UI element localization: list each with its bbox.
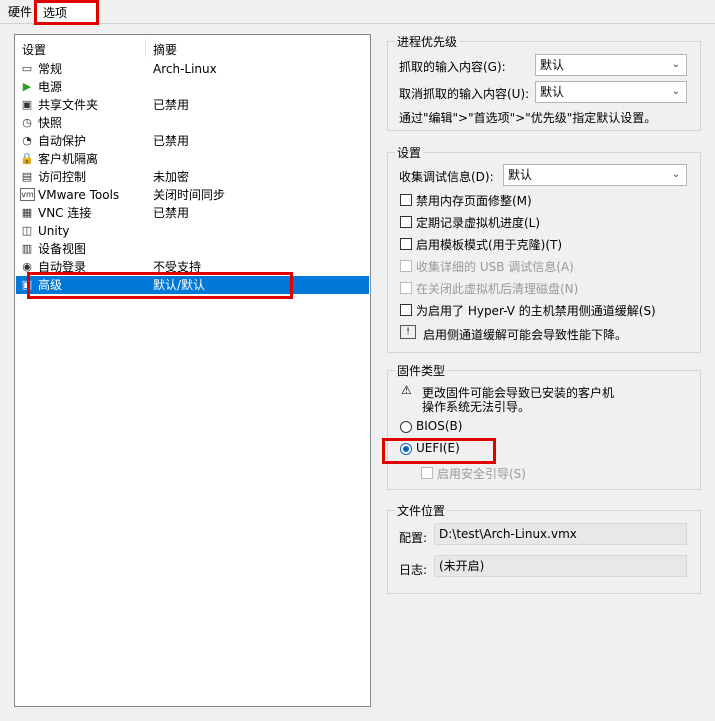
power-icon: ▶ [22,80,32,93]
log-label: 日志: [399,563,428,577]
list-item-summary: 未加密 [153,170,190,184]
list-item[interactable]: ▦ VNC 连接 已禁用 [16,204,369,222]
firmware-warning-line2: 操作系统无法引导。 [422,400,531,414]
list-item-name: 访问控制 [38,170,87,184]
list-item[interactable]: vm VMware Tools 关闭时间同步 [16,186,369,204]
vnc-icon: ▦ [21,206,33,219]
column-separator[interactable] [145,39,146,57]
secure-boot-label: 启用安全引导(S) [437,467,526,481]
tab-options[interactable]: 选项 [36,0,98,24]
disable-memory-trim-label: 禁用内存页面修整(M) [416,194,532,208]
list-item-name: 设备视图 [38,242,87,256]
list-item-name: 自动保护 [38,134,87,148]
bios-label: BIOS(B) [416,419,463,433]
list-item-summary: 关闭时间同步 [153,188,226,202]
snapshot-icon: ◷ [22,116,32,129]
clean-disk-label: 在关闭此虚拟机后清理磁盘(N) [416,282,579,296]
list-item-name: VMware Tools [38,188,120,202]
config-path-field[interactable]: D:\test\Arch-Linux.vmx [434,523,687,545]
chevron-down-icon: ⌄ [671,59,680,70]
chevron-down-icon: ⌄ [671,86,680,97]
column-header-summary[interactable]: 摘要 [153,41,177,58]
list-item-summary: 已禁用 [153,134,190,148]
list-item[interactable]: ◔ 自动保护 已禁用 [16,132,369,150]
shared-folder-icon: ▣ [21,98,33,111]
template-mode-checkbox[interactable] [400,238,412,250]
list-item-name: 快照 [38,116,63,130]
list-item[interactable]: 🔒 客户机隔离 [16,150,369,168]
list-item-name: VNC 连接 [38,206,92,220]
list-item-name: Unity [38,224,70,238]
unity-icon: ◫ [21,224,33,237]
debug-info-value: 默认 [508,168,533,182]
autologin-icon: ◉ [22,260,32,273]
uefi-radio[interactable] [400,443,412,455]
list-item-summary: 已禁用 [153,206,190,220]
debug-info-label: 收集调试信息(D): [399,170,494,184]
usb-debug-checkbox[interactable] [400,260,412,272]
tab-hardware[interactable]: 硬件 [2,2,38,22]
vmware-tools-icon: vm [20,188,35,201]
list-item-summary: 已禁用 [153,98,190,112]
usb-debug-label: 收集详细的 USB 调试信息(A) [416,260,574,274]
debug-info-select[interactable]: 默认 ⌄ [503,164,687,186]
list-item[interactable]: ▥ 设备视图 [16,240,369,258]
warning-icon: ⚠ [401,383,412,397]
log-progress-checkbox[interactable] [400,216,412,228]
clean-disk-checkbox[interactable] [400,282,412,294]
list-item[interactable]: ◉ 自动登录 不受支持 [16,258,369,276]
bios-radio[interactable] [400,421,412,433]
settings-list[interactable]: 设置 摘要 ▭ 常规 Arch-Linux ▶ 电源 ▣ 共享文件夹 已禁用 ◷ 快照 ◔ 自动保护已… [14,34,371,707]
advanced-icon: ▣ [21,278,33,291]
list-item-name: 常规 [38,62,63,76]
mitigation-info-text: 启用侧通道缓解可能会导致性能下降。 [423,328,628,342]
grabbed-input-value: 默认 [540,58,565,72]
list-item[interactable]: ▶ 电源 [16,78,369,96]
list-item-summary: 默认/默认 [153,278,206,292]
column-header-settings[interactable]: 设置 [22,41,46,58]
grabbed-input-label: 抓取的输入内容(G): [399,60,506,74]
grabbed-input-select[interactable]: 默认 ⌄ [535,54,687,76]
ungrabbed-input-label: 取消抓取的输入内容(U): [399,87,530,101]
list-item[interactable]: ◷ 快照 [16,114,369,132]
list-item-name: 共享文件夹 [38,98,99,112]
disable-memory-trim-checkbox[interactable] [400,194,412,206]
firmware-group-title: 固件类型 [395,362,448,379]
hyperv-mitigation-checkbox[interactable] [400,304,412,316]
priority-group-title: 进程优先级 [395,33,460,50]
list-item-name: 自动登录 [38,260,87,274]
list-item[interactable]: ▣ 共享文件夹 已禁用 [16,96,369,114]
access-control-icon: ▤ [21,170,33,183]
log-path-field[interactable]: (未开启) [434,555,687,577]
list-item-summary: Arch-Linux [153,62,217,76]
list-item-name: 电源 [38,80,63,94]
settings-group-title: 设置 [395,144,424,161]
info-icon: ! [400,325,416,339]
ungrabbed-input-select[interactable]: 默认 ⌄ [535,81,687,103]
config-label: 配置: [399,531,428,545]
chevron-down-icon: ⌄ [671,169,680,180]
device-view-icon: ▥ [21,242,33,255]
uefi-label: UEFI(E) [416,441,460,455]
lock-icon: 🔒 [20,152,34,165]
hyperv-mitigation-label: 为启用了 Hyper-V 的主机禁用侧通道缓解(S) [416,304,656,318]
ungrabbed-input-value: 默认 [540,85,565,99]
autoprotect-icon: ◔ [22,134,32,147]
tab-divider [0,23,715,24]
list-item[interactable]: ◫ Unity [16,222,369,240]
list-item[interactable]: ▤ 访问控制 未加密 [16,168,369,186]
list-item[interactable]: ▣ 高级 默认/默认 [16,276,369,294]
priority-note: 通过"编辑">"首选项">"优先级"指定默认设置。 [399,111,657,125]
list-item[interactable]: ▭ 常规 Arch-Linux [16,60,369,78]
secure-boot-checkbox[interactable] [421,467,433,479]
display-icon: ▭ [21,62,33,75]
list-item-name: 高级 [38,278,63,292]
log-progress-label: 定期记录虚拟机进度(L) [416,216,541,230]
list-item-summary: 不受支持 [153,260,202,274]
file-location-group-title: 文件位置 [395,502,448,519]
template-mode-label: 启用模板模式(用于克隆)(T) [416,238,563,252]
list-item-name: 客户机隔离 [38,152,99,166]
